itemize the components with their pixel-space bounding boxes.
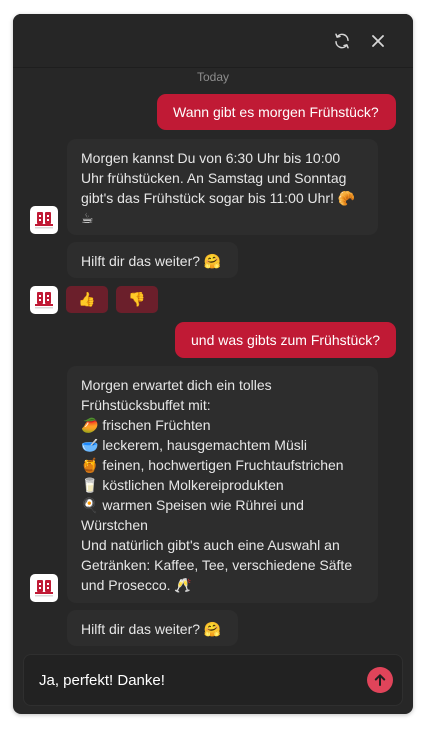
bot-avatar [30,286,58,314]
user-message: und was gibts zum Frühstück? [175,322,396,358]
thumbs-down-icon: 👎 [128,291,146,307]
refresh-button[interactable] [329,28,355,54]
bot-message: Hilft dir das weiter? 🤗 [67,242,238,278]
thumbs-up-icon: 👍 [78,291,96,307]
close-button[interactable] [365,28,391,54]
message-input[interactable] [39,669,349,691]
close-icon [372,35,384,47]
chat-header [13,14,413,68]
user-message: Wann gibt es morgen Frühstück? [157,94,396,130]
bot-message: Morgen erwartet dich ein tolles Frühstüc… [67,366,378,603]
arrow-up-icon [374,674,386,686]
refresh-icon [335,33,349,49]
send-button[interactable] [367,667,393,693]
hotel-logo-icon [35,292,53,309]
hotel-logo-icon [35,580,53,597]
message-composer [23,654,403,706]
hotel-logo-icon [35,212,53,229]
thumbs-up-button[interactable]: 👍 [66,286,108,313]
bot-avatar [30,206,58,234]
bot-message: Morgen kannst Du von 6:30 Uhr bis 10:00 … [67,139,378,235]
chat-widget: Today Wann gibt es morgen Frühstück? Mor… [13,14,413,714]
bot-message: Hilft dir das weiter? 🤗 [67,610,238,646]
thumbs-down-button[interactable]: 👎 [116,286,158,313]
day-separator: Today [196,70,230,84]
bot-avatar [30,574,58,602]
